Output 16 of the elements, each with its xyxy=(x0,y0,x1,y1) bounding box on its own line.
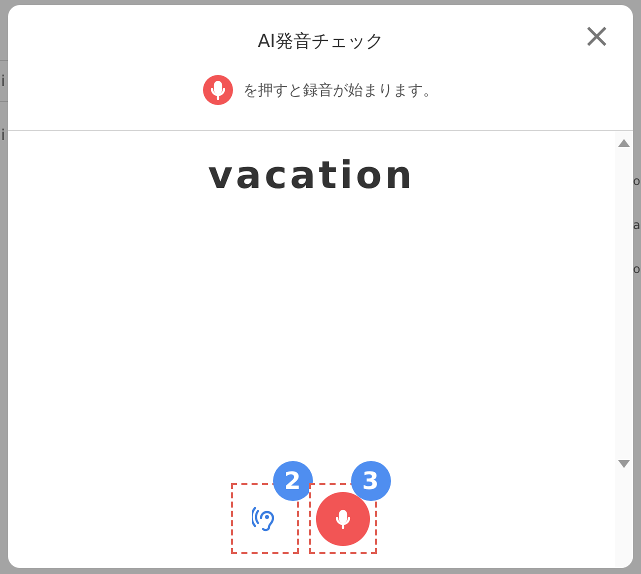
scroll-down-icon[interactable] xyxy=(618,460,630,468)
scrollbar[interactable] xyxy=(615,131,633,568)
hint-text: を押すと録音が始まります。 xyxy=(243,80,438,100)
background-text: o xyxy=(633,261,640,278)
dialog-title: AI発音チェック xyxy=(258,30,384,53)
step-badge: 2 xyxy=(272,461,312,501)
microphone-icon xyxy=(203,75,233,105)
microphone-icon xyxy=(316,492,370,546)
close-button[interactable]: × xyxy=(578,19,615,53)
background-text: i xyxy=(1,72,6,90)
background-text: a xyxy=(633,217,640,234)
practice-word: vacation xyxy=(208,153,415,197)
background-text: i xyxy=(1,126,6,144)
step-badge: 3 xyxy=(350,461,390,501)
background-text: o xyxy=(633,173,640,190)
scroll-up-icon[interactable] xyxy=(618,139,630,147)
